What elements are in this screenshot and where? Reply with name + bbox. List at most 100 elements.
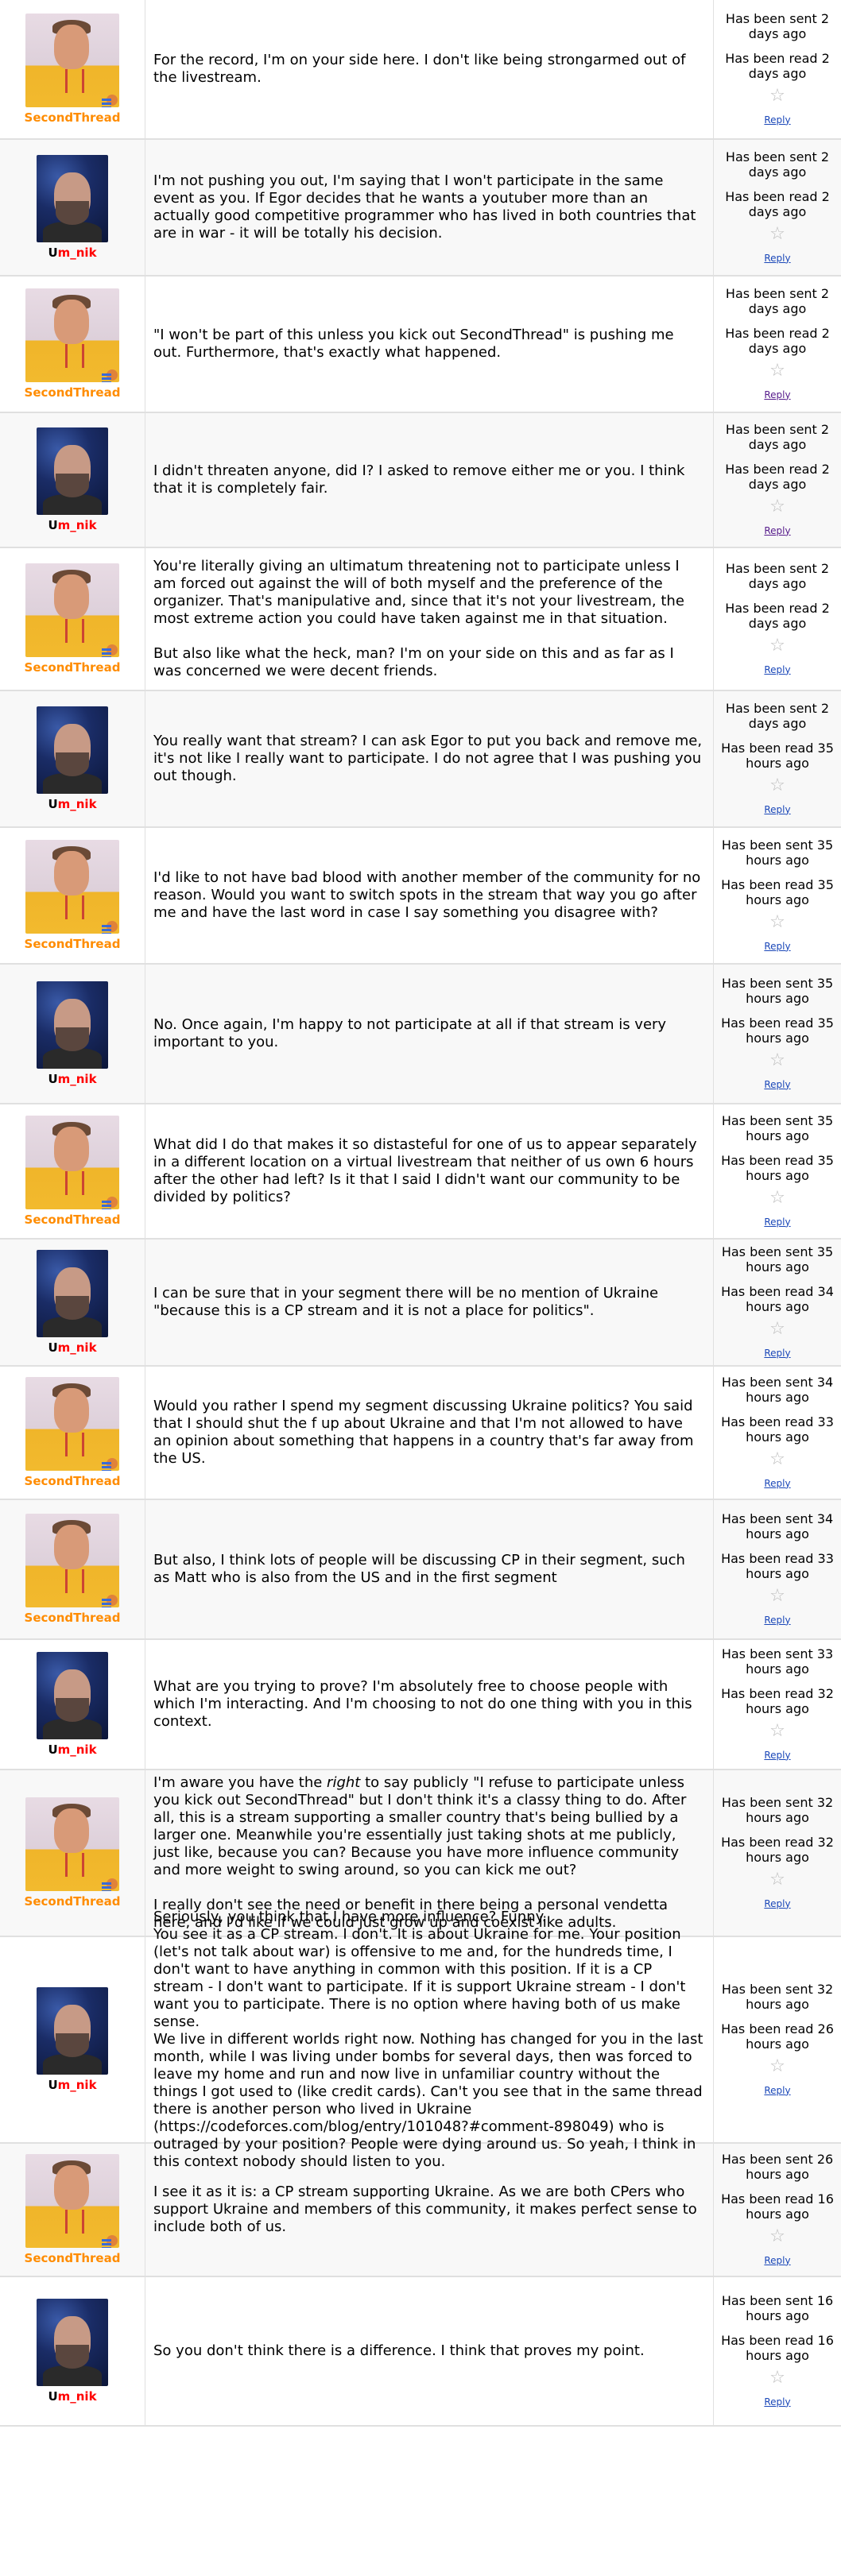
message-body: No. Once again, I'm happy to not partici… xyxy=(145,965,714,1103)
message-body: Would you rather I spend my segment disc… xyxy=(145,1367,714,1499)
star-outline-icon[interactable]: ☆ xyxy=(769,1050,785,1071)
sent-status: Has been sent 34 hours ago xyxy=(721,1374,834,1405)
reply-link[interactable]: Reply xyxy=(764,803,790,818)
star-outline-icon[interactable]: ☆ xyxy=(769,1319,785,1340)
message-text: So you don't think there is a difference… xyxy=(153,2342,645,2359)
author-handle[interactable]: Um_nik xyxy=(48,1742,96,1757)
message-status: Has been sent 2 days ago Has been read 2 … xyxy=(714,277,841,412)
message-body: What are you trying to prove? I'm absolu… xyxy=(145,1640,714,1769)
author-handle[interactable]: Um_nik xyxy=(48,246,96,260)
message-status: Has been sent 35 hours ago Has been read … xyxy=(714,1104,841,1238)
author-handle-rest: m_nik xyxy=(57,1072,97,1086)
author-handle[interactable]: SecondThread xyxy=(25,1213,121,1227)
reply-link[interactable]: Reply xyxy=(764,1897,790,1912)
reply-link[interactable]: Reply xyxy=(764,251,790,266)
avatar-lanyard xyxy=(65,619,84,643)
avatar-beard xyxy=(56,2345,89,2369)
avatar[interactable] xyxy=(37,427,108,515)
avatar[interactable] xyxy=(25,840,119,934)
author-handle[interactable]: Um_nik xyxy=(48,1340,96,1355)
message-body: So you don't think there is a difference… xyxy=(145,2277,714,2425)
reply-link[interactable]: Reply xyxy=(764,2395,790,2410)
rank-badge-icon xyxy=(100,363,118,381)
message-status: Has been sent 2 days ago Has been read 2 … xyxy=(714,413,841,547)
avatar[interactable] xyxy=(25,1797,119,1891)
author-cell: Um_nik xyxy=(0,691,145,826)
message-status: Has been sent 32 hours ago Has been read … xyxy=(714,1770,841,1936)
star-outline-icon[interactable]: ☆ xyxy=(769,1449,785,1470)
avatar[interactable] xyxy=(37,155,108,242)
read-status: Has been read 35 hours ago xyxy=(721,1152,834,1183)
reply-link[interactable]: Reply xyxy=(764,524,790,539)
avatar[interactable] xyxy=(25,288,119,382)
avatar[interactable] xyxy=(25,14,119,107)
author-handle[interactable]: SecondThread xyxy=(25,2251,121,2265)
author-handle[interactable]: Um_nik xyxy=(48,1072,96,1086)
star-outline-icon[interactable]: ☆ xyxy=(769,776,785,796)
rank-badge-icon xyxy=(100,1872,118,1889)
author-handle[interactable]: SecondThread xyxy=(25,385,121,400)
author-handle[interactable]: SecondThread xyxy=(25,937,121,951)
star-outline-icon[interactable]: ☆ xyxy=(769,2226,785,2247)
avatar[interactable] xyxy=(37,1987,108,2075)
read-status: Has been read 2 days ago xyxy=(725,325,830,356)
star-outline-icon[interactable]: ☆ xyxy=(769,2368,785,2388)
read-status: Has been read 26 hours ago xyxy=(721,2021,834,2052)
reply-link[interactable]: Reply xyxy=(764,2083,790,2098)
reply-link[interactable]: Reply xyxy=(764,1613,790,1628)
read-status: Has been read 35 hours ago xyxy=(721,1015,834,1046)
avatar[interactable] xyxy=(25,563,119,657)
star-outline-icon[interactable]: ☆ xyxy=(769,2056,785,2077)
avatar[interactable] xyxy=(25,1377,119,1471)
author-handle[interactable]: Um_nik xyxy=(48,2389,96,2404)
reply-link[interactable]: Reply xyxy=(764,2253,790,2269)
message-text: I see it as it is: a CP stream supportin… xyxy=(153,2183,702,2235)
author-handle[interactable]: SecondThread xyxy=(25,660,121,675)
star-outline-icon[interactable]: ☆ xyxy=(769,1188,785,1209)
avatar-beard xyxy=(56,474,89,497)
star-outline-icon[interactable]: ☆ xyxy=(769,361,785,381)
message-text: Would you rather I spend my segment disc… xyxy=(153,1398,699,1467)
star-outline-icon[interactable]: ☆ xyxy=(769,497,785,517)
talk-thread: SecondThread For the record, I'm on your … xyxy=(0,0,841,2427)
avatar[interactable] xyxy=(25,2154,119,2248)
star-outline-icon[interactable]: ☆ xyxy=(769,1586,785,1607)
sent-status: Has been sent 35 hours ago xyxy=(721,1112,834,1143)
author-handle-first-letter: U xyxy=(48,246,58,260)
message-text: What are you trying to prove? I'm absolu… xyxy=(153,1678,697,1730)
star-outline-icon[interactable]: ☆ xyxy=(769,912,785,933)
author-handle[interactable]: Um_nik xyxy=(48,797,96,811)
avatar[interactable] xyxy=(37,1250,108,1337)
avatar[interactable] xyxy=(37,706,108,794)
reply-link[interactable]: Reply xyxy=(764,1748,790,1763)
reply-link[interactable]: Reply xyxy=(764,1215,790,1230)
avatar[interactable] xyxy=(25,1514,119,1607)
reply-link[interactable]: Reply xyxy=(764,1346,790,1361)
author-handle[interactable]: Um_nik xyxy=(48,2078,96,2092)
avatar[interactable] xyxy=(37,981,108,1069)
message-row: Um_nik You really want that stream? I can… xyxy=(0,691,841,828)
star-outline-icon[interactable]: ☆ xyxy=(769,224,785,245)
star-outline-icon[interactable]: ☆ xyxy=(769,1870,785,1890)
author-cell: SecondThread xyxy=(0,1367,145,1499)
reply-link[interactable]: Reply xyxy=(764,1476,790,1491)
reply-link[interactable]: Reply xyxy=(764,939,790,954)
reply-link[interactable]: Reply xyxy=(764,663,790,678)
author-handle[interactable]: SecondThread xyxy=(25,1474,121,1488)
sent-status: Has been sent 32 hours ago xyxy=(721,1794,834,1825)
star-outline-icon[interactable]: ☆ xyxy=(769,86,785,106)
reply-link[interactable]: Reply xyxy=(764,388,790,403)
author-handle[interactable]: SecondThread xyxy=(25,1894,121,1909)
author-handle[interactable]: Um_nik xyxy=(48,518,96,532)
reply-link[interactable]: Reply xyxy=(764,1077,790,1093)
star-outline-icon[interactable]: ☆ xyxy=(769,636,785,656)
author-handle[interactable]: SecondThread xyxy=(25,110,121,125)
avatar[interactable] xyxy=(37,1652,108,1739)
avatar[interactable] xyxy=(37,2299,108,2386)
reply-link[interactable]: Reply xyxy=(764,113,790,128)
star-outline-icon[interactable]: ☆ xyxy=(769,1721,785,1742)
avatar[interactable] xyxy=(25,1116,119,1209)
avatar-face xyxy=(54,1388,89,1433)
author-handle[interactable]: SecondThread xyxy=(25,1611,121,1625)
avatar-lanyard xyxy=(65,2210,84,2234)
